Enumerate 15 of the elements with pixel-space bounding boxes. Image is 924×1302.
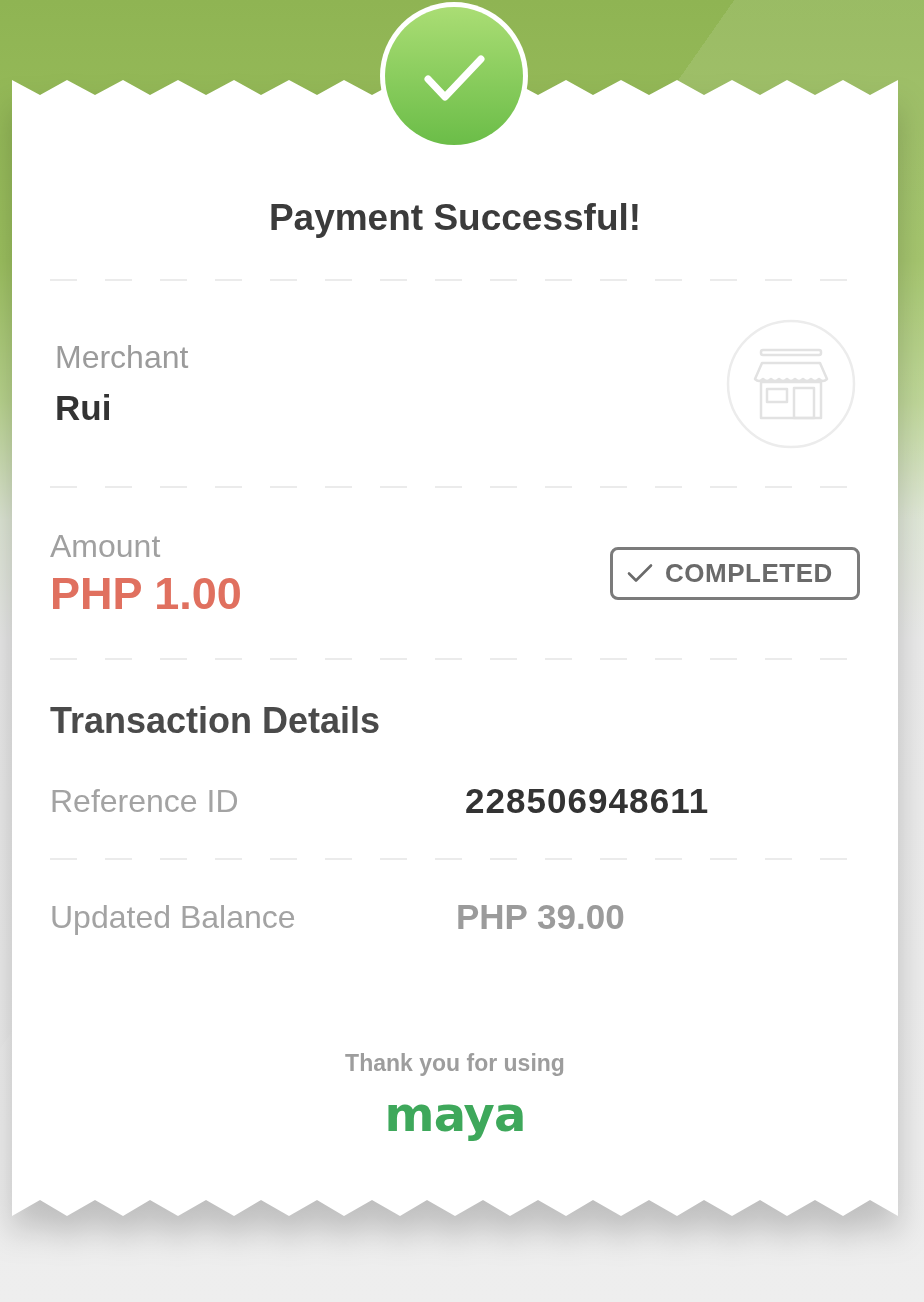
status-text: COMPLETED [665, 558, 833, 588]
section-heading: Transaction Details [50, 699, 381, 743]
merchant-name: Rui [55, 387, 112, 429]
store-icon [726, 318, 856, 449]
detail-label: Updated Balance [50, 898, 296, 937]
amount-value: PHP 1.00 [50, 569, 242, 619]
brand-logo: maya [384, 1086, 526, 1142]
success-title: Payment Successful! [268, 196, 642, 240]
amount-label: Amount [50, 527, 161, 565]
check-icon [627, 563, 653, 583]
footer-text: Thank you for using [345, 1049, 565, 1078]
merchant-label: Merchant [55, 338, 189, 377]
detail-label: Reference ID [50, 782, 239, 821]
detail-value: 228506948611 [465, 781, 710, 821]
detail-value: PHP 39.00 [456, 897, 625, 937]
